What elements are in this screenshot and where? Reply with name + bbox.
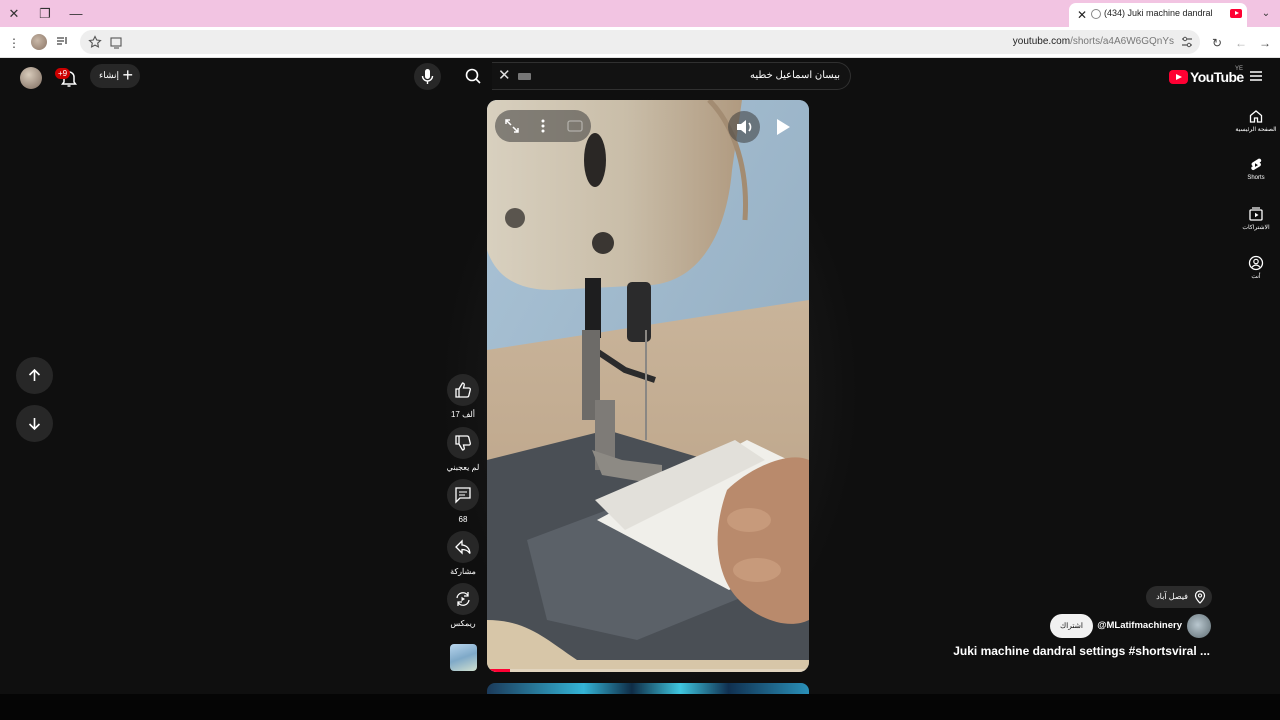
site-settings-icon[interactable] (1180, 35, 1194, 54)
rail-item-shorts[interactable]: Shorts (1234, 157, 1278, 197)
channel-row: @MLatifmachinery اشتراك (1050, 613, 1212, 639)
bookmark-star-icon[interactable] (88, 35, 102, 54)
location-text: فيصل آباد (1156, 592, 1188, 601)
search-input[interactable]: ✕ بيسان اسماعيل خطيه (492, 62, 851, 90)
rail-label-subscriptions: الاشتراكات (1242, 225, 1270, 231)
rail-label-home: الصفحة الرئيسية (1235, 127, 1277, 133)
plus-icon: + (122, 65, 133, 85)
browser-menu-icon[interactable]: ⋮ (5, 34, 23, 52)
create-label: إنشاء (99, 70, 120, 80)
arrow-down-icon (28, 418, 41, 431)
url-text: youtube.com/shorts/a4A6W6GQnYs (1012, 36, 1174, 47)
volume-button[interactable] (728, 111, 760, 143)
voice-search-button[interactable] (414, 63, 441, 90)
remix-label: ريمكس (450, 619, 476, 628)
tab-favicon-icon (1091, 9, 1101, 19)
progress-fill (487, 669, 510, 672)
comments-count: 68 (458, 515, 468, 524)
rail-item-home[interactable]: الصفحة الرئيسية (1234, 108, 1278, 148)
close-window-icon[interactable]: ✕ (6, 6, 22, 22)
forward-icon[interactable]: ← (1232, 34, 1250, 52)
shorts-icon (1251, 158, 1262, 171)
fullscreen-icon[interactable] (501, 115, 523, 137)
restore-window-icon[interactable]: ❐ (37, 6, 53, 22)
location-pin-icon (1194, 590, 1206, 604)
volume-icon (737, 120, 752, 134)
play-button[interactable] (766, 111, 798, 143)
share-icon (455, 539, 471, 555)
keyboard-icon[interactable] (518, 73, 531, 80)
dislike-label: لم يعجبني (446, 463, 480, 472)
clear-search-icon[interactable]: ✕ (498, 68, 514, 84)
address-bar[interactable]: youtube.com/shorts/a4A6W6GQnYs (80, 30, 1200, 54)
like-count: 17 ألف (450, 410, 476, 419)
tab-close-icon[interactable]: ✕ (1074, 7, 1090, 23)
rail-label-you: أنت (1251, 274, 1261, 280)
notification-badge: +9 (55, 68, 71, 79)
remix-icon (456, 592, 470, 606)
channel-name[interactable]: @MLatifmachinery (1097, 620, 1182, 631)
previous-short-button[interactable] (16, 357, 53, 394)
next-short-button[interactable] (16, 405, 53, 442)
tab-list-chevron-icon[interactable]: ⌄ (1258, 6, 1274, 22)
reading-list-icon[interactable] (53, 34, 71, 52)
subscribe-button[interactable]: اشتراك (1050, 614, 1093, 638)
play-icon (777, 119, 790, 135)
rail-item-you[interactable]: أنت (1234, 255, 1278, 295)
bottom-strip (0, 694, 1280, 720)
youtube-logo[interactable]: YouTube YE (1169, 66, 1244, 86)
shorts-video-player[interactable] (487, 100, 809, 672)
like-action[interactable]: 17 ألف (446, 374, 480, 419)
search-button[interactable] (454, 62, 492, 90)
sound-thumbnail[interactable] (450, 644, 477, 671)
you-icon (1248, 255, 1264, 271)
dislike-action[interactable]: لم يعجبني (446, 427, 480, 472)
youtube-shorts-page: +9 إنشاء + ✕ بيسان اسماعيل خطيه YouTube … (0, 58, 1280, 703)
video-frame (487, 100, 809, 672)
browser-tab-strip: ✕ ❐ — + ✕ (434) Juki machine dandral ⌄ (0, 0, 1280, 27)
rail-label-shorts: Shorts (1247, 175, 1265, 181)
youtube-play-logo-icon (1169, 70, 1188, 84)
back-icon[interactable]: → (1256, 34, 1274, 52)
guide-menu-icon[interactable] (1248, 68, 1264, 84)
captions-icon[interactable] (564, 115, 586, 137)
location-chip[interactable]: فيصل آباد (1146, 586, 1212, 608)
player-controls-left (495, 110, 591, 142)
minimize-window-icon[interactable]: — (68, 6, 84, 22)
search-query-text: بيسان اسماعيل خطيه (750, 70, 840, 81)
browser-tab[interactable]: ✕ (434) Juki machine dandral (1069, 3, 1247, 27)
arrow-up-icon (28, 368, 41, 381)
thumbs-down-icon (455, 435, 471, 451)
share-action[interactable]: مشاركة (446, 531, 480, 576)
comments-action[interactable]: 68 (446, 479, 480, 524)
remix-button[interactable] (447, 583, 479, 615)
browser-toolbar: ⋮ youtube.com/shorts/a4A6W6GQnYs ↻ ← → (0, 27, 1280, 58)
remix-action[interactable]: ريمكس (446, 583, 480, 628)
share-label: مشاركة (450, 567, 476, 576)
short-title[interactable]: Juki machine dandral settings #shortsvir… (953, 644, 1210, 658)
install-app-icon[interactable] (110, 36, 123, 54)
thumbs-up-icon (455, 382, 471, 398)
playback-progress-bar[interactable] (487, 669, 809, 672)
like-button[interactable] (447, 374, 479, 406)
tab-title: (434) Juki machine dandral (1104, 8, 1213, 18)
reload-icon[interactable]: ↻ (1208, 34, 1226, 52)
channel-avatar[interactable] (1187, 614, 1211, 638)
comments-button[interactable] (447, 479, 479, 511)
home-icon (1249, 110, 1263, 123)
account-avatar[interactable] (20, 67, 42, 89)
search-icon (465, 68, 481, 84)
rail-item-subscriptions[interactable]: الاشتراكات (1234, 206, 1278, 246)
subscriptions-icon (1249, 207, 1263, 221)
microphone-icon (421, 69, 434, 84)
country-code: YE (1235, 66, 1244, 72)
dislike-button[interactable] (447, 427, 479, 459)
create-button[interactable]: إنشاء + (90, 64, 140, 88)
more-options-icon[interactable] (532, 115, 554, 137)
share-button[interactable] (447, 531, 479, 563)
profile-avatar[interactable] (31, 34, 47, 50)
youtube-favicon-icon (1230, 9, 1242, 18)
comment-icon (455, 487, 471, 504)
